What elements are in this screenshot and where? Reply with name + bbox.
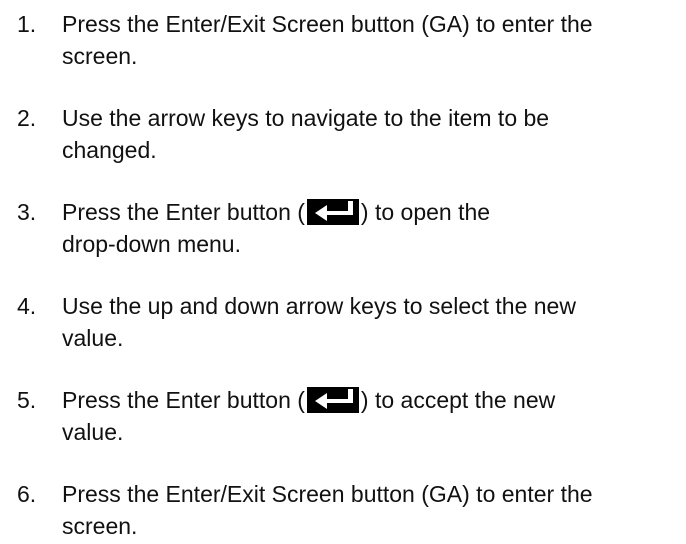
step-text-before-icon: Press the Enter button ( bbox=[62, 387, 305, 413]
step-text-before-icon: Press the Enter button ( bbox=[62, 199, 305, 225]
step-number: 3. bbox=[17, 199, 37, 225]
step-number: 4. bbox=[17, 293, 37, 319]
step-number: 6. bbox=[17, 481, 37, 507]
step-number: 1. bbox=[17, 11, 37, 37]
step-text-line: changed. bbox=[62, 137, 157, 163]
enter-key-icon bbox=[306, 199, 359, 225]
step-text: Press the Enter button ( ) to accept the … bbox=[62, 384, 674, 448]
step-text: Press the Enter/Exit Screen button (GA) … bbox=[62, 478, 674, 542]
step-text: Use the up and down arrow keys to select… bbox=[62, 290, 674, 354]
step-text-line: screen. bbox=[62, 43, 138, 69]
step-text-line: drop-down menu. bbox=[62, 231, 241, 257]
step-text-line: Press the Enter/Exit Screen button (GA) … bbox=[62, 481, 593, 507]
step-text-line: Press the Enter/Exit Screen button (GA) … bbox=[62, 11, 593, 37]
step-text: Use the arrow keys to navigate to the it… bbox=[62, 102, 674, 166]
step-text-after-icon: ) to open the bbox=[360, 199, 491, 225]
step-text-after-icon: ) to accept the new bbox=[360, 387, 556, 413]
step-text-line: Use the arrow keys to navigate to the it… bbox=[62, 105, 550, 131]
step-text-line: screen. bbox=[62, 513, 138, 539]
step-text: Press the Enter button ( ) to open the dr… bbox=[62, 196, 674, 260]
step-text-line: Press the Enter button ( ) to open the bbox=[62, 196, 674, 228]
step-number: 5. bbox=[17, 387, 37, 413]
step-text-line: value. bbox=[62, 325, 124, 351]
step-text-line: value. bbox=[62, 419, 124, 445]
step-text-line: Press the Enter button ( ) to accept the … bbox=[62, 384, 674, 416]
step-text: Press the Enter/Exit Screen button (GA) … bbox=[62, 8, 674, 72]
enter-key-icon bbox=[306, 387, 359, 413]
step-number: 2. bbox=[17, 105, 37, 131]
step-text-line: Use the up and down arrow keys to select… bbox=[62, 293, 576, 319]
